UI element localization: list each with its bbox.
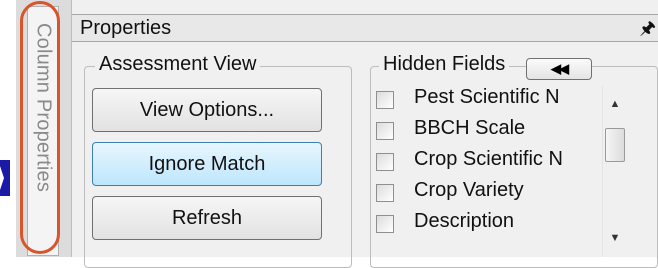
list-item-label: Crop Variety [414,179,524,201]
hidden-fields-scrollbar[interactable]: ▲ ▼ [602,86,627,257]
list-item-label: Crop Scientific N [414,148,563,170]
list-item[interactable]: Description [372,210,626,238]
scroll-thumb[interactable] [605,128,625,162]
list-item[interactable]: BBCH Scale [372,117,626,145]
checkbox[interactable] [376,153,394,171]
view-options-button[interactable]: View Options... [92,88,322,132]
pin-icon[interactable]: 🖈 [639,16,656,46]
scroll-up-icon[interactable]: ▲ [603,94,627,114]
list-item-label: Description [414,210,515,232]
hidden-fields-label: Hidden Fields [379,53,510,76]
double-left-arrow-icon: ◀◀ [551,61,569,76]
ignore-match-button[interactable]: Ignore Match [92,142,322,186]
checkbox[interactable] [376,122,394,140]
collapse-hidden-fields-button[interactable]: ◀◀ [526,58,592,80]
pointer-arrow [0,160,10,196]
panel-titlebar: Properties 🖈 [72,14,658,42]
refresh-button[interactable]: Refresh [92,196,322,240]
panel-title: Properties [80,17,172,39]
assessment-view-label: Assessment View [95,53,261,76]
checkbox[interactable] [376,215,394,233]
checkbox[interactable] [376,184,394,202]
list-item-label: BBCH Scale [414,117,526,139]
list-item[interactable]: Crop Variety [372,179,626,207]
scroll-down-icon[interactable]: ▼ [603,228,627,248]
properties-screenshot: Column Properties Properties 🖈 Assessmen… [0,0,658,268]
list-item[interactable]: Pest Scientific N [372,86,626,114]
list-item[interactable]: Crop Scientific N [372,148,626,176]
hidden-fields-list[interactable]: Pest Scientific N BBCH Scale Crop Scient… [372,86,626,257]
highlight-oval [20,1,60,254]
checkbox[interactable] [376,91,394,109]
properties-panel: Properties 🖈 Assessment View View Option… [72,0,658,268]
list-item-label: Pest Scientific N [414,86,560,108]
